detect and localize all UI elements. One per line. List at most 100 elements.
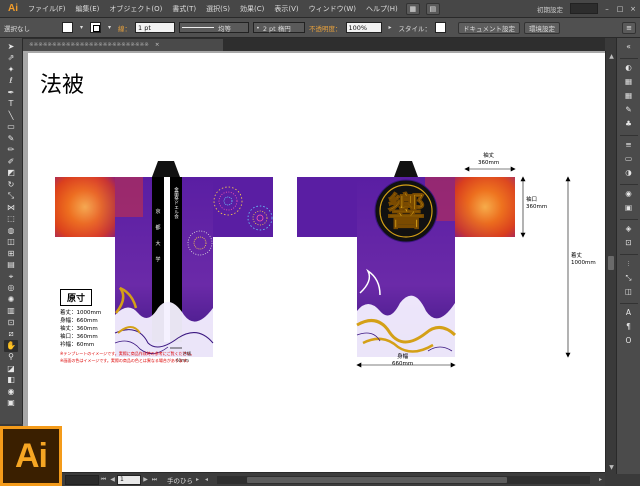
zoom-field[interactable] — [65, 474, 99, 485]
menu-type[interactable]: 書式(T) — [167, 4, 201, 14]
symbol-sprayer-icon[interactable]: ✺ — [4, 294, 18, 306]
panel-menu-icon[interactable]: ≡ — [622, 21, 636, 34]
eraser-icon[interactable]: ◩ — [4, 168, 18, 180]
magic-wand-icon[interactable]: ✦ — [4, 64, 18, 76]
blend-tool-icon[interactable]: ◎ — [4, 283, 18, 295]
stroke-panel-icon[interactable]: ≡ — [622, 139, 636, 151]
swatches-panel-icon[interactable]: ▦ — [622, 90, 636, 102]
paintbrush-icon[interactable]: ✎ — [4, 133, 18, 145]
horizontal-scrollbar[interactable] — [217, 475, 590, 484]
fill-swatch[interactable] — [62, 22, 73, 33]
paragraph-panel-icon[interactable]: ¶ — [622, 321, 636, 333]
hand-tool-icon[interactable]: ✋ — [4, 340, 18, 352]
color-panel-icon[interactable]: ◐ — [622, 62, 636, 74]
search-input[interactable] — [570, 3, 598, 14]
chevron-down-icon[interactable]: ▾ — [105, 22, 114, 33]
next-artboard-icon[interactable]: ▶ — [141, 475, 150, 485]
canvas[interactable]: 法被 京 都 大 学 金蘭祭ドエル会 衿幅 60mm 響 袖丈 360mm 袖口… — [23, 51, 605, 472]
pencil-icon[interactable]: ✏ — [4, 145, 18, 157]
status-menu-icon[interactable]: ▸ — [193, 475, 202, 485]
lasso-icon[interactable]: ℓ — [4, 76, 18, 88]
artboards-panel-icon[interactable]: ⊡ — [622, 237, 636, 249]
artboard-number-field[interactable]: 1 — [117, 474, 141, 485]
gradient-tool-icon[interactable]: ▤ — [4, 260, 18, 272]
scroll-up-icon[interactable]: ▲ — [606, 51, 617, 61]
scroll-left-icon[interactable]: ◂ — [202, 475, 211, 485]
rectangle-tool-icon[interactable]: ▭ — [4, 122, 18, 134]
color-mode-icon[interactable]: ◧ — [4, 375, 18, 387]
width-tool-icon[interactable]: ⋈ — [4, 202, 18, 214]
arrange-documents-icon[interactable]: ▤ — [425, 2, 440, 15]
scroll-right-icon[interactable]: ▸ — [596, 475, 605, 485]
fill-stroke-icon[interactable]: ◪ — [4, 363, 18, 375]
zoom-tool-icon[interactable]: ⚲ — [4, 352, 18, 364]
menu-edit[interactable]: 編集(E) — [71, 4, 105, 14]
symbols-panel-icon[interactable]: ♣ — [622, 118, 636, 130]
graph-tool-icon[interactable]: ▥ — [4, 306, 18, 318]
color-guide-icon[interactable]: ▦ — [622, 76, 636, 88]
prev-artboard-icon[interactable]: ◀ — [108, 475, 117, 485]
chevron-right-icon[interactable]: ▸ — [386, 22, 395, 33]
eyedropper-icon[interactable]: ⌖ — [4, 271, 18, 283]
opentype-panel-icon[interactable]: O — [622, 335, 636, 347]
scroll-down-icon[interactable]: ▼ — [606, 462, 617, 472]
character-panel-icon[interactable]: A — [622, 307, 636, 319]
close-icon[interactable]: × — [155, 42, 160, 48]
transform-panel-icon[interactable]: ⤡ — [622, 272, 636, 284]
direct-selection-tool-icon[interactable]: ⇗ — [4, 53, 18, 65]
minimize-icon[interactable]: – — [601, 3, 613, 15]
preferences-button[interactable]: 環境設定 — [524, 21, 560, 34]
shape-builder-icon[interactable]: ◍ — [4, 225, 18, 237]
stroke-label[interactable]: 線： — [118, 23, 131, 33]
workspace-switcher[interactable]: 初期設定 — [533, 4, 567, 14]
artboard[interactable]: 法被 京 都 大 学 金蘭祭ドエル会 衿幅 60mm 響 袖丈 360mm 袖口… — [28, 53, 605, 472]
menu-window[interactable]: ウィンドウ(W) — [304, 4, 361, 14]
menu-file[interactable]: ファイル(F) — [23, 4, 71, 14]
scale-tool-icon[interactable]: ⤡ — [4, 191, 18, 203]
free-transform-icon[interactable]: ⬚ — [4, 214, 18, 226]
mesh-tool-icon[interactable]: ⊞ — [4, 248, 18, 260]
bridge-icon[interactable]: ▦ — [405, 2, 420, 15]
brushes-panel-icon[interactable]: ✎ — [622, 104, 636, 116]
type-tool-icon[interactable]: T — [4, 99, 18, 111]
stroke-weight-field[interactable]: 1 pt — [135, 22, 175, 33]
screen-mode-icon[interactable]: ▣ — [4, 398, 18, 410]
scroll-thumb[interactable] — [608, 256, 614, 270]
menu-view[interactable]: 表示(V) — [269, 4, 303, 14]
menu-effect[interactable]: 効果(C) — [235, 4, 269, 14]
artboard-tool-icon[interactable]: ⊡ — [4, 317, 18, 329]
opacity-field[interactable]: 100% — [345, 22, 382, 33]
line-tool-icon[interactable]: ╲ — [4, 110, 18, 122]
chevron-down-icon[interactable]: ▾ — [77, 22, 86, 33]
pathfinder-panel-icon[interactable]: ◫ — [622, 286, 636, 298]
align-panel-icon[interactable]: ⫶ — [622, 258, 636, 270]
rotate-tool-icon[interactable]: ↻ — [4, 179, 18, 191]
slice-tool-icon[interactable]: ⧄ — [4, 329, 18, 341]
menu-select[interactable]: 選択(S) — [201, 4, 235, 14]
stroke-swatch[interactable] — [90, 22, 101, 33]
menu-object[interactable]: オブジェクト(O) — [104, 4, 167, 14]
menu-help[interactable]: ヘルプ(H) — [361, 4, 403, 14]
selection-tool-icon[interactable]: ➤ — [4, 41, 18, 53]
last-artboard-icon[interactable]: ⏭ — [150, 475, 159, 485]
scroll-thumb[interactable] — [247, 476, 507, 483]
gradient-panel-icon[interactable]: ▭ — [622, 153, 636, 165]
perspective-grid-icon[interactable]: ◫ — [4, 237, 18, 249]
first-artboard-icon[interactable]: ⏮ — [99, 475, 108, 485]
close-icon[interactable]: × — [627, 3, 639, 15]
document-setup-button[interactable]: ドキュメント設定 — [458, 21, 520, 34]
document-tab[interactable]: ※※※※※※※※※※※※※※※※※※※※※※※※※※ × — [23, 39, 223, 51]
restore-icon[interactable]: □ — [614, 3, 626, 15]
graphic-styles-icon[interactable]: ▣ — [622, 202, 636, 214]
style-swatch[interactable] — [435, 22, 446, 33]
blob-brush-icon[interactable]: ✐ — [4, 156, 18, 168]
appearance-panel-icon[interactable]: ◉ — [622, 188, 636, 200]
transparency-panel-icon[interactable]: ◑ — [622, 167, 636, 179]
brush-select[interactable]: • 2 pt 楕円 — [253, 22, 305, 33]
collapse-panels-icon[interactable]: « — [622, 41, 636, 53]
drawing-mode-icon[interactable]: ◉ — [4, 386, 18, 398]
line-style-select[interactable]: 均等 — [179, 22, 249, 33]
opacity-label[interactable]: 不透明度： — [309, 23, 342, 33]
layers-panel-icon[interactable]: ◈ — [622, 223, 636, 235]
pen-tool-icon[interactable]: ✒ — [4, 87, 18, 99]
